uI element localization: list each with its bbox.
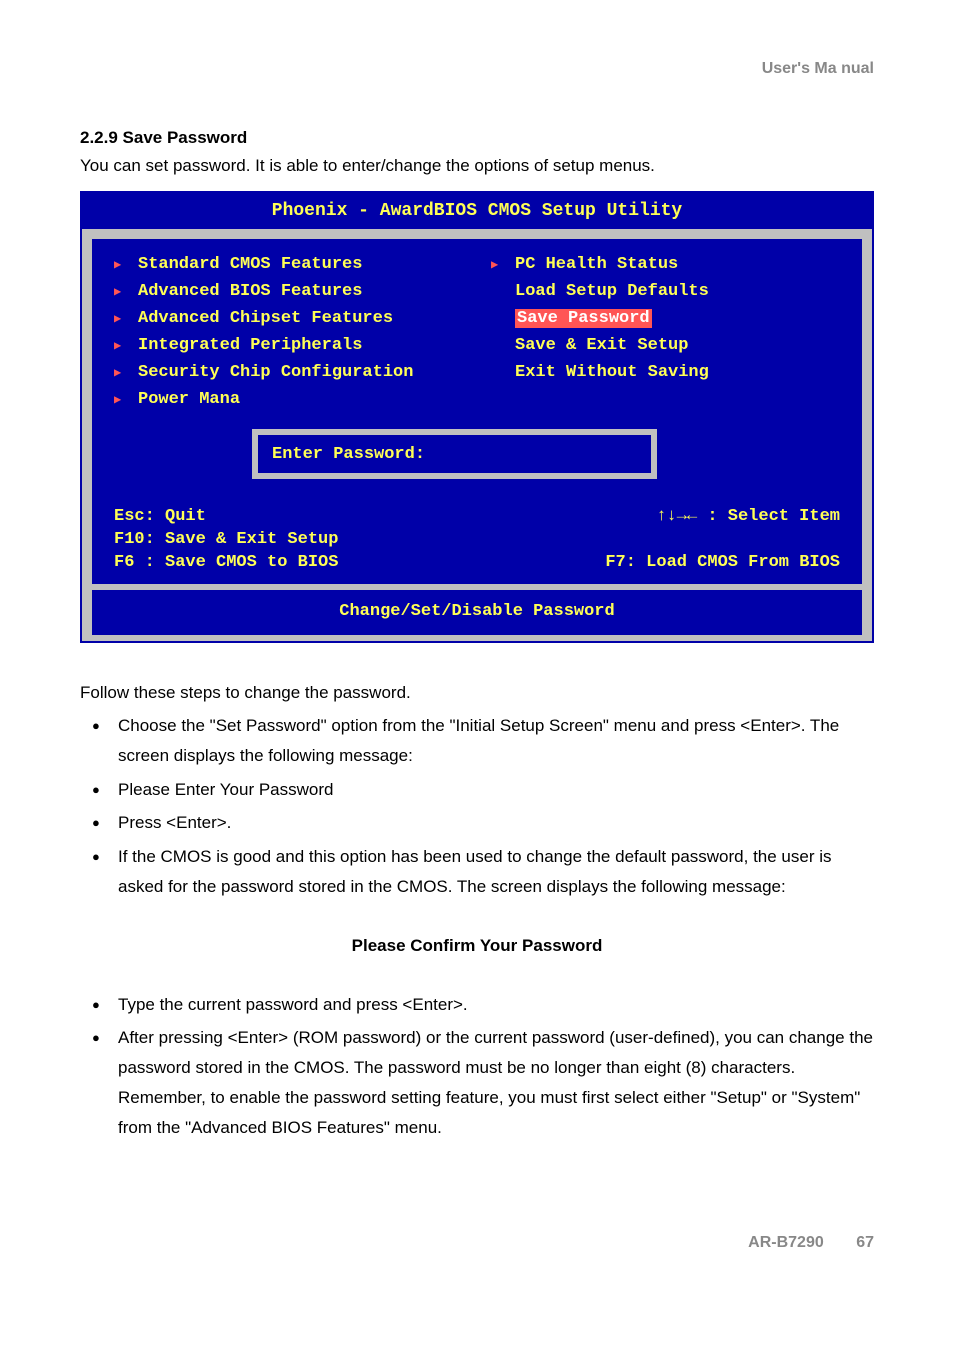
triangle-right-icon: ▶	[491, 257, 505, 272]
key-hint-f10: F10: Save & Exit Setup	[114, 530, 338, 549]
menu-item-integrated-peripherals[interactable]: ▶Integrated Peripherals	[114, 332, 463, 359]
page-header: User's Ma nual	[80, 60, 874, 78]
bios-title: Phoenix - AwardBIOS CMOS Setup Utility	[82, 193, 872, 229]
key-hint-arrows: ↑↓→← : Select Item	[656, 507, 840, 526]
follow-intro: Follow these steps to change the passwor…	[80, 683, 874, 703]
steps-list-1: Choose the "Set Password" option from th…	[80, 709, 874, 904]
list-item: Please Enter Your Password	[118, 773, 874, 807]
bios-right-column: ▶PC Health Status ▶Load Setup Defaults ▶…	[477, 251, 854, 451]
key-hint-f6: F6 : Save CMOS to BIOS	[114, 553, 338, 572]
bios-help-text: Change/Set/Disable Password	[114, 596, 840, 631]
triangle-right-icon: ▶	[114, 257, 128, 272]
page-footer: AR-B7290 67	[80, 1234, 874, 1252]
list-item: Choose the "Set Password" option from th…	[118, 709, 874, 773]
menu-item-save-password[interactable]: ▶Save Password	[491, 305, 840, 332]
list-item: Press <Enter>.	[118, 806, 874, 840]
bios-menu-area: ▶Standard CMOS Features ▶Advanced BIOS F…	[82, 229, 872, 641]
password-prompt-label: Enter Password:	[272, 445, 425, 464]
triangle-right-icon: ▶	[114, 365, 128, 380]
model-number: AR-B7290	[748, 1234, 824, 1251]
menu-item-exit-no-save[interactable]: ▶Exit Without Saving	[491, 359, 840, 386]
page-number: 67	[856, 1234, 874, 1251]
list-item: Type the current password and press <Ent…	[118, 988, 874, 1022]
triangle-right-icon: ▶	[114, 311, 128, 326]
password-input[interactable]	[437, 443, 637, 465]
triangle-right-icon: ▶	[114, 284, 128, 299]
menu-item-pc-health[interactable]: ▶PC Health Status	[491, 251, 840, 278]
section-intro: You can set password. It is able to ente…	[80, 156, 874, 176]
menu-item-standard-cmos[interactable]: ▶Standard CMOS Features	[114, 251, 463, 278]
section-heading: 2.2.9 Save Password	[80, 128, 874, 148]
password-dialog: Enter Password:	[252, 429, 657, 479]
bios-keys-area: Esc: Quit ↑↓→← : Select Item F10: Save &…	[92, 459, 862, 635]
bios-screenshot: Phoenix - AwardBIOS CMOS Setup Utility ▶…	[80, 191, 874, 643]
menu-item-security-chip[interactable]: ▶Security Chip Configuration	[114, 359, 463, 386]
key-hint-f7: F7: Load CMOS From BIOS	[605, 553, 840, 572]
confirm-password-heading: Please Confirm Your Password	[80, 936, 874, 956]
steps-list-2: Type the current password and press <Ent…	[80, 988, 874, 1145]
triangle-right-icon: ▶	[114, 392, 128, 407]
list-item: After pressing <Enter> (ROM password) or…	[118, 1021, 874, 1144]
menu-item-advanced-bios[interactable]: ▶Advanced BIOS Features	[114, 278, 463, 305]
menu-item-power-management[interactable]: ▶Power Mana	[114, 386, 463, 413]
triangle-right-icon: ▶	[114, 338, 128, 353]
menu-item-load-defaults[interactable]: ▶Load Setup Defaults	[491, 278, 840, 305]
menu-item-save-exit[interactable]: ▶Save & Exit Setup	[491, 332, 840, 359]
key-hint-esc: Esc: Quit	[114, 507, 206, 526]
bios-left-column: ▶Standard CMOS Features ▶Advanced BIOS F…	[100, 251, 477, 451]
menu-item-advanced-chipset[interactable]: ▶Advanced Chipset Features	[114, 305, 463, 332]
list-item: If the CMOS is good and this option has …	[118, 840, 874, 904]
